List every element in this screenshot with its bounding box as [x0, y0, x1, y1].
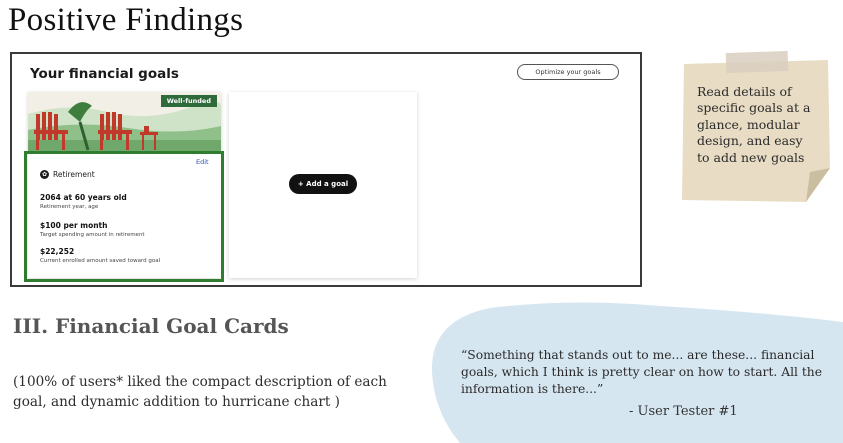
- ui-screenshot-frame: Your financial goals Optimize your goals: [10, 52, 642, 287]
- add-goal-button[interactable]: + Add a goal: [289, 174, 357, 194]
- page-title: Positive Findings: [8, 2, 244, 38]
- optimize-goals-button[interactable]: Optimize your goals: [517, 64, 619, 80]
- retirement-icon: ✿: [40, 170, 49, 179]
- stat-value: $22,252: [40, 247, 75, 256]
- goal-stat-saved: $22,252 Current enrolled amount saved to…: [40, 247, 160, 264]
- goal-type-label: Retirement: [53, 170, 95, 179]
- edit-goal-link[interactable]: Edit: [196, 158, 209, 166]
- financial-goals-title: Your financial goals: [30, 66, 179, 82]
- section-title: III. Financial Goal Cards: [13, 314, 289, 338]
- goal-type-row: ✿ Retirement: [40, 170, 95, 179]
- well-funded-badge: Well-funded: [160, 95, 217, 107]
- section-description: (100% of users* liked the compact descri…: [13, 374, 387, 410]
- stat-value: 2064 at 60 years old: [40, 193, 127, 202]
- goal-stat-retirement-year: 2064 at 60 years old Retirement year, ag…: [40, 193, 127, 210]
- add-goal-card: + Add a goal: [229, 92, 417, 278]
- quote-attribution: - User Tester #1: [629, 404, 738, 419]
- goal-stat-spending: $100 per month Target spending amount in…: [40, 221, 145, 238]
- stat-label: Target spending amount in retirement: [40, 232, 145, 238]
- user-quote: “Something that stands out to me... are …: [461, 348, 822, 396]
- stat-label: Retirement year, age: [40, 204, 99, 210]
- stat-label: Current enrolled amount saved toward goa…: [40, 258, 161, 264]
- sticky-note-text: Read details of specific goals at a glan…: [697, 84, 811, 165]
- stat-value: $100 per month: [40, 221, 108, 230]
